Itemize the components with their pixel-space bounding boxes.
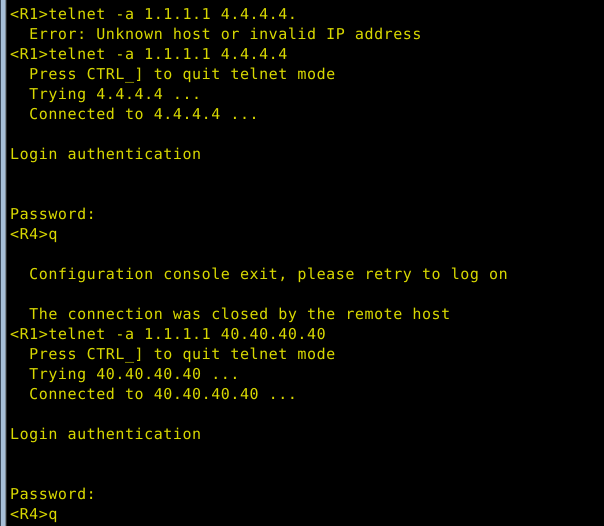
- console-line: <R1>telnet -a 1.1.1.1 4.4.4.4.: [10, 5, 298, 23]
- console-line: Configuration console exit, please retry…: [10, 265, 509, 283]
- console-line: Connected to 4.4.4.4 ...: [10, 105, 260, 123]
- console-line: Trying 40.40.40.40 ...: [10, 365, 240, 383]
- console-line: Password:: [10, 485, 97, 503]
- console-line: <R1>telnet -a 1.1.1.1 4.4.4.4: [10, 45, 288, 63]
- console-line: Error: Unknown host or invalid IP addres…: [10, 25, 422, 43]
- console-line: <R1>telnet -a 1.1.1.1 40.40.40.40: [10, 325, 327, 343]
- console-line: Trying 4.4.4.4 ...: [10, 85, 202, 103]
- console-line: Login authentication: [10, 425, 202, 443]
- terminal-window[interactable]: <R1>telnet -a 1.1.1.1 4.4.4.4. Error: Un…: [0, 0, 604, 526]
- console-line: Connected to 40.40.40.40 ...: [10, 385, 298, 403]
- console-line: Press CTRL_] to quit telnet mode: [10, 65, 336, 83]
- console-line: Login authentication: [10, 145, 202, 163]
- console-line: <R4>q: [10, 505, 58, 523]
- console-output-area[interactable]: <R1>telnet -a 1.1.1.1 4.4.4.4. Error: Un…: [0, 0, 604, 526]
- console-line: <R4>q: [10, 225, 58, 243]
- console-line: Password:: [10, 205, 97, 223]
- console-line: The connection was closed by the remote …: [10, 305, 451, 323]
- console-line: Press CTRL_] to quit telnet mode: [10, 345, 336, 363]
- window-left-edge: [0, 0, 8, 526]
